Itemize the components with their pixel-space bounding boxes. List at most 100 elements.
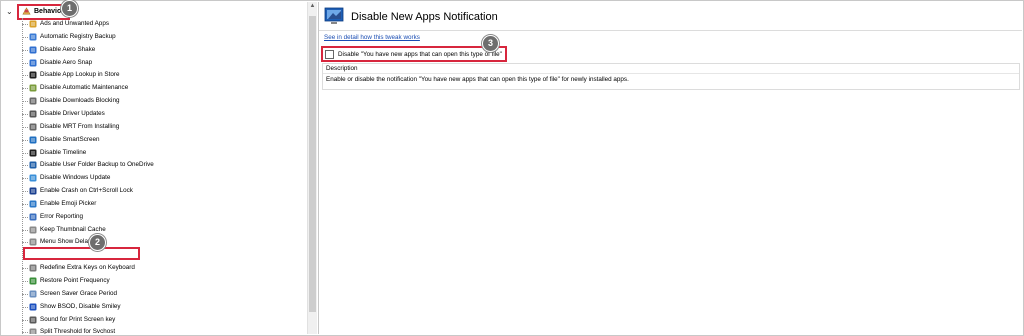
tree-item-label: Disable User Folder Backup to OneDrive (40, 161, 154, 169)
svchost-icon (29, 328, 37, 334)
tree-item[interactable]: Screen Saver Grace Period (2, 288, 302, 300)
notification-icon (324, 7, 344, 24)
tree-item-label: Enable Crash on Ctrl+Scroll Lock (40, 187, 133, 195)
onedrive-icon (29, 161, 37, 169)
tree-connector-line (22, 36, 28, 38)
tree-connector-line (22, 152, 28, 154)
tree-item[interactable]: Disable Timeline (2, 147, 302, 159)
tree-connector-line (22, 126, 28, 128)
tree-item-label: Enable Emoji Picker (40, 199, 97, 207)
tree-item[interactable]: Enable Emoji Picker (2, 198, 302, 210)
tweak-details-link[interactable]: See in detail how this tweak works (324, 34, 420, 41)
tree-item[interactable]: Disable Automatic Maintenance (2, 82, 302, 94)
description-box: Description Enable or disable the notifi… (322, 63, 1020, 90)
tree-connector-line (22, 242, 28, 244)
step-badge-2: 2 (89, 234, 106, 251)
tweak-detail-panel: Disable New Apps Notification See in det… (318, 2, 1022, 334)
tree-item[interactable]: Ads and Unwanted Apps (2, 18, 302, 30)
tree-connector-line (22, 75, 28, 77)
tree-item[interactable]: Disable MRT From Installing (2, 121, 302, 133)
tree-scrollbar[interactable]: ▲ (307, 2, 317, 334)
tree-item[interactable]: Error Reporting (2, 211, 302, 223)
tree-root-label: Behavior (34, 8, 64, 15)
step-badge-1: 1 (61, 0, 78, 17)
header-divider (319, 30, 1022, 31)
tree-item-label: Disable Driver Updates (40, 109, 105, 117)
tree-item-label: Disable Aero Snap (40, 58, 93, 66)
tree-item[interactable]: Redefine Extra Keys on Keyboard (2, 262, 302, 274)
tweak-tree: ⌄ Behavior Ads and Unwanted Apps Automati… (2, 2, 307, 334)
scroll-up-arrow-icon[interactable]: ▲ (308, 2, 317, 11)
restore-icon (29, 277, 37, 285)
tree-connector-line (22, 139, 28, 141)
window-icon (29, 46, 37, 54)
tree-item[interactable]: Enable Crash on Ctrl+Scroll Lock (2, 185, 302, 197)
tree-item[interactable]: Sound for Print Screen key (2, 314, 302, 326)
scroll-thumb[interactable] (309, 16, 316, 312)
page-title: Disable New Apps Notification (351, 11, 498, 23)
tree-item[interactable]: Disable Aero Snap (2, 57, 302, 69)
shield-icon (29, 20, 37, 28)
tree-item[interactable]: Disable Downloads Blocking (2, 95, 302, 107)
tree-item[interactable]: Disable Aero Shake (2, 44, 302, 56)
tree-item-label: Disable MRT From Installing (40, 122, 120, 130)
keyboard-icon (29, 264, 37, 272)
driver-icon (29, 110, 37, 118)
tree-connector-line (22, 49, 28, 51)
tree-item[interactable]: Show BSOD, Disable Smiley (2, 301, 302, 313)
thumbnail-icon (29, 226, 37, 234)
error-report-icon (29, 213, 37, 221)
tree-item-label: Redefine Extra Keys on Keyboard (40, 264, 135, 272)
tree-item-label: Disable App Lookup in Store (40, 71, 120, 79)
tree-item[interactable]: Disable Windows Update (2, 172, 302, 184)
screensaver-icon (29, 290, 37, 298)
tree-item[interactable]: Disable App Lookup in Store (2, 69, 302, 81)
disable-notification-checkbox[interactable] (325, 49, 334, 59)
tree-connector-line (22, 268, 28, 270)
tree-connector-line (22, 216, 28, 218)
store-icon (29, 71, 37, 79)
tree-item[interactable]: Automatic Registry Backup (2, 31, 302, 43)
registry-icon (29, 33, 37, 41)
update-icon (29, 174, 37, 182)
tree-item-label: Show BSOD, Disable Smiley (40, 302, 121, 310)
chevron-down-icon[interactable]: ⌄ (6, 7, 14, 16)
tree-item[interactable]: Split Threshold for Svchost (2, 326, 302, 334)
selected-item-highlight (23, 247, 140, 260)
tree-connector-line (22, 113, 28, 115)
step-badge-3: 3 (482, 35, 499, 52)
description-divider (323, 73, 1019, 74)
tree-item[interactable]: Keep Thumbnail Cache (2, 224, 302, 236)
tree-item[interactable]: Restore Point Frequency (2, 275, 302, 287)
tree-item-label: Sound for Print Screen key (40, 315, 116, 323)
tree-connector-line (22, 178, 28, 180)
mrt-icon (29, 123, 37, 131)
tree-connector-line (22, 165, 28, 167)
tree-connector-line (22, 88, 28, 90)
tree-connector-line (22, 191, 28, 193)
tree-connector-line (22, 24, 28, 25)
tree-connector-line (22, 62, 28, 64)
tree-item[interactable]: Disable Driver Updates (2, 108, 302, 120)
tree-item-label: Screen Saver Grace Period (40, 289, 117, 297)
tweak-checkbox-row[interactable]: Disable "You have new apps that can open… (321, 46, 507, 62)
tree-item-label: Disable Windows Update (40, 174, 111, 182)
tree-item[interactable]: Disable SmartScreen (2, 134, 302, 146)
tree-item-label: Automatic Registry Backup (40, 32, 116, 40)
tree-item-label: Menu Show Delay (40, 238, 92, 246)
tree-item[interactable]: Disable User Folder Backup to OneDrive (2, 159, 302, 171)
tree-item-label: Disable Automatic Maintenance (40, 84, 129, 92)
tree-item-label: Disable Aero Shake (40, 45, 96, 53)
tree-connector-line (22, 101, 28, 103)
tree-connector-line (22, 229, 28, 231)
description-text: Enable or disable the notification "You … (326, 76, 629, 83)
checkbox-label[interactable]: Disable "You have new apps that can open… (338, 51, 502, 58)
tree-item-label: Disable Timeline (40, 148, 87, 156)
tree-connector-line (22, 319, 28, 321)
emoji-icon (29, 200, 37, 208)
tree-item-label: Disable SmartScreen (40, 135, 100, 143)
wrench-icon (29, 84, 37, 92)
tree-item-label: Disable Downloads Blocking (40, 97, 120, 105)
tree-connector-line (22, 281, 28, 282)
tree-item-label: Split Threshold for Svchost (40, 328, 116, 334)
